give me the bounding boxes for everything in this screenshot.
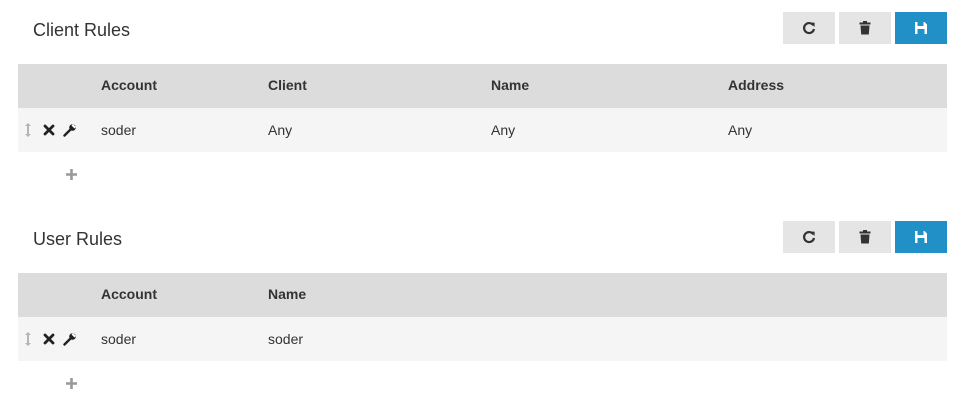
column-header-name: Name: [268, 286, 307, 302]
wrench-icon[interactable]: [62, 331, 78, 347]
user-rules-title: User Rules: [33, 229, 123, 249]
client-rules-delete-button[interactable]: [839, 12, 891, 44]
table-row: soder soder: [18, 317, 947, 361]
drag-handle-icon[interactable]: [20, 122, 36, 138]
cell-address: Any: [728, 122, 753, 138]
user-rules-table: Account Name soder soder: [18, 273, 947, 361]
column-header-address: Address: [728, 77, 785, 93]
table-row: soder Any Any Any: [18, 108, 947, 152]
column-header-client: Client: [268, 77, 307, 93]
table-header: Account Client Name Address: [18, 64, 947, 108]
trash-icon: [859, 21, 871, 35]
add-client-rule-plus-icon[interactable]: [62, 165, 80, 183]
trash-icon: [859, 230, 871, 244]
save-icon: [915, 22, 927, 34]
table-header: Account Name: [18, 273, 947, 317]
drag-handle-icon[interactable]: [20, 331, 36, 347]
cell-client: Any: [268, 122, 293, 138]
client-rules-save-button[interactable]: [895, 12, 947, 44]
client-rules-refresh-button[interactable]: [783, 12, 835, 44]
row-actions: [18, 317, 98, 361]
client-rules-table: Account Client Name Address soder Any An…: [18, 64, 947, 152]
row-actions: [18, 108, 98, 152]
save-icon: [915, 231, 927, 243]
cell-name: Any: [491, 122, 516, 138]
column-header-account: Account: [101, 286, 157, 302]
cell-name: soder: [268, 331, 304, 347]
refresh-icon: [803, 21, 816, 35]
user-rules-refresh-button[interactable]: [783, 221, 835, 253]
cell-account: soder: [101, 331, 137, 347]
user-rules-save-button[interactable]: [895, 221, 947, 253]
client-rules-title: Client Rules: [33, 20, 131, 40]
refresh-icon: [803, 230, 816, 244]
delete-row-icon[interactable]: [41, 331, 57, 347]
column-header-account: Account: [101, 77, 157, 93]
column-header-name: Name: [491, 77, 530, 93]
user-rules-delete-button[interactable]: [839, 221, 891, 253]
add-user-rule-plus-icon[interactable]: [62, 374, 80, 392]
wrench-icon[interactable]: [62, 122, 78, 138]
cell-account: soder: [101, 122, 137, 138]
delete-row-icon[interactable]: [41, 122, 57, 138]
